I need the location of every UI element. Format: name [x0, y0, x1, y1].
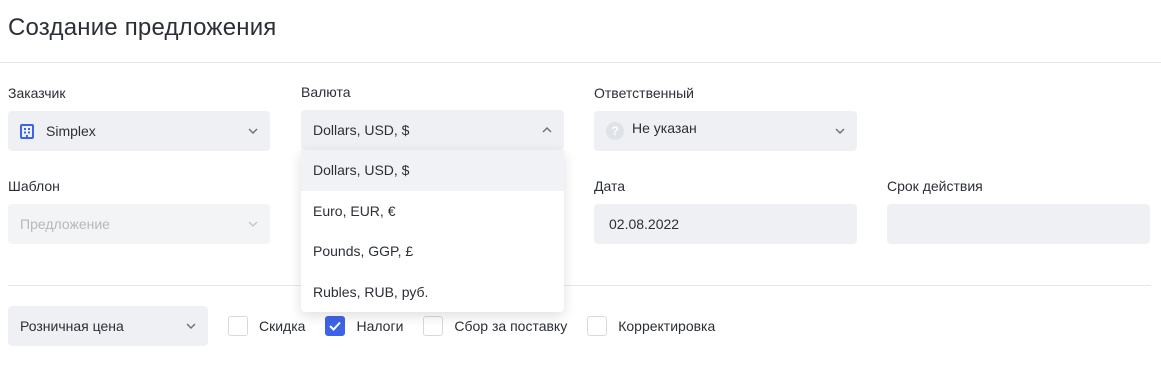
- validity-field[interactable]: [887, 204, 1150, 244]
- currency-option[interactable]: Pounds, GGP, £: [301, 231, 564, 272]
- discount-checkbox[interactable]: Скидка: [228, 316, 305, 336]
- adjustment-label: Корректировка: [618, 318, 716, 334]
- chevron-up-icon: [542, 125, 552, 135]
- adjustment-checkbox[interactable]: Корректировка: [587, 316, 715, 336]
- customer-label: Заказчик: [8, 85, 66, 101]
- chevron-down-icon: [248, 126, 258, 136]
- validity-label: Срок действия: [887, 178, 983, 194]
- customer-value: Simplex: [46, 123, 96, 139]
- page-title: Создание предложения: [8, 14, 277, 41]
- question-icon: ?: [606, 122, 624, 140]
- chevron-down-icon: [186, 321, 196, 331]
- divider: [0, 62, 1161, 63]
- divider: [8, 285, 1151, 286]
- delivery-fee-label: Сбор за поставку: [454, 318, 568, 334]
- currency-value: Dollars, USD, $: [313, 122, 410, 138]
- template-select[interactable]: Предложение: [8, 204, 270, 244]
- currency-option[interactable]: Dollars, USD, $: [301, 150, 564, 191]
- template-label: Шаблон: [8, 178, 60, 194]
- offer-form: Создание предложения Заказчик Simplex Ва…: [0, 0, 1161, 370]
- chevron-down-icon: [248, 219, 258, 229]
- currency-label: Валюта: [301, 84, 351, 100]
- responsible-value: Не указан: [632, 120, 697, 136]
- discount-label: Скидка: [259, 318, 306, 334]
- checkbox-box[interactable]: [228, 316, 248, 336]
- taxes-checkbox[interactable]: Налоги: [325, 316, 403, 336]
- customer-select[interactable]: Simplex: [8, 111, 270, 151]
- responsible-select[interactable]: ? Не указан: [594, 111, 857, 151]
- check-icon: [329, 321, 342, 331]
- date-value: 02.08.2022: [609, 216, 680, 232]
- delivery-fee-checkbox[interactable]: Сбор за поставку: [423, 316, 567, 336]
- date-field[interactable]: 02.08.2022: [594, 204, 857, 244]
- currency-option[interactable]: Rubles, RUB, руб.: [301, 272, 564, 313]
- currency-select[interactable]: Dollars, USD, $: [301, 110, 564, 150]
- chevron-down-icon: [835, 126, 845, 136]
- checkbox-box[interactable]: [325, 316, 346, 336]
- currency-dropdown: Dollars, USD, $ Euro, EUR, € Pounds, GGP…: [301, 150, 564, 312]
- checkbox-box[interactable]: [587, 316, 608, 336]
- taxes-label: Налоги: [356, 318, 404, 334]
- template-placeholder: Предложение: [20, 216, 110, 232]
- responsible-label: Ответственный: [594, 85, 694, 101]
- date-label: Дата: [594, 178, 626, 194]
- building-icon: [20, 123, 34, 139]
- options-checkboxes: Скидка Налоги Сбор за поставку Корректир…: [228, 315, 735, 337]
- currency-option[interactable]: Euro, EUR, €: [301, 191, 564, 232]
- price-type-select[interactable]: Розничная цена: [8, 306, 208, 346]
- price-type-value: Розничная цена: [20, 318, 124, 334]
- checkbox-box[interactable]: [423, 316, 444, 336]
